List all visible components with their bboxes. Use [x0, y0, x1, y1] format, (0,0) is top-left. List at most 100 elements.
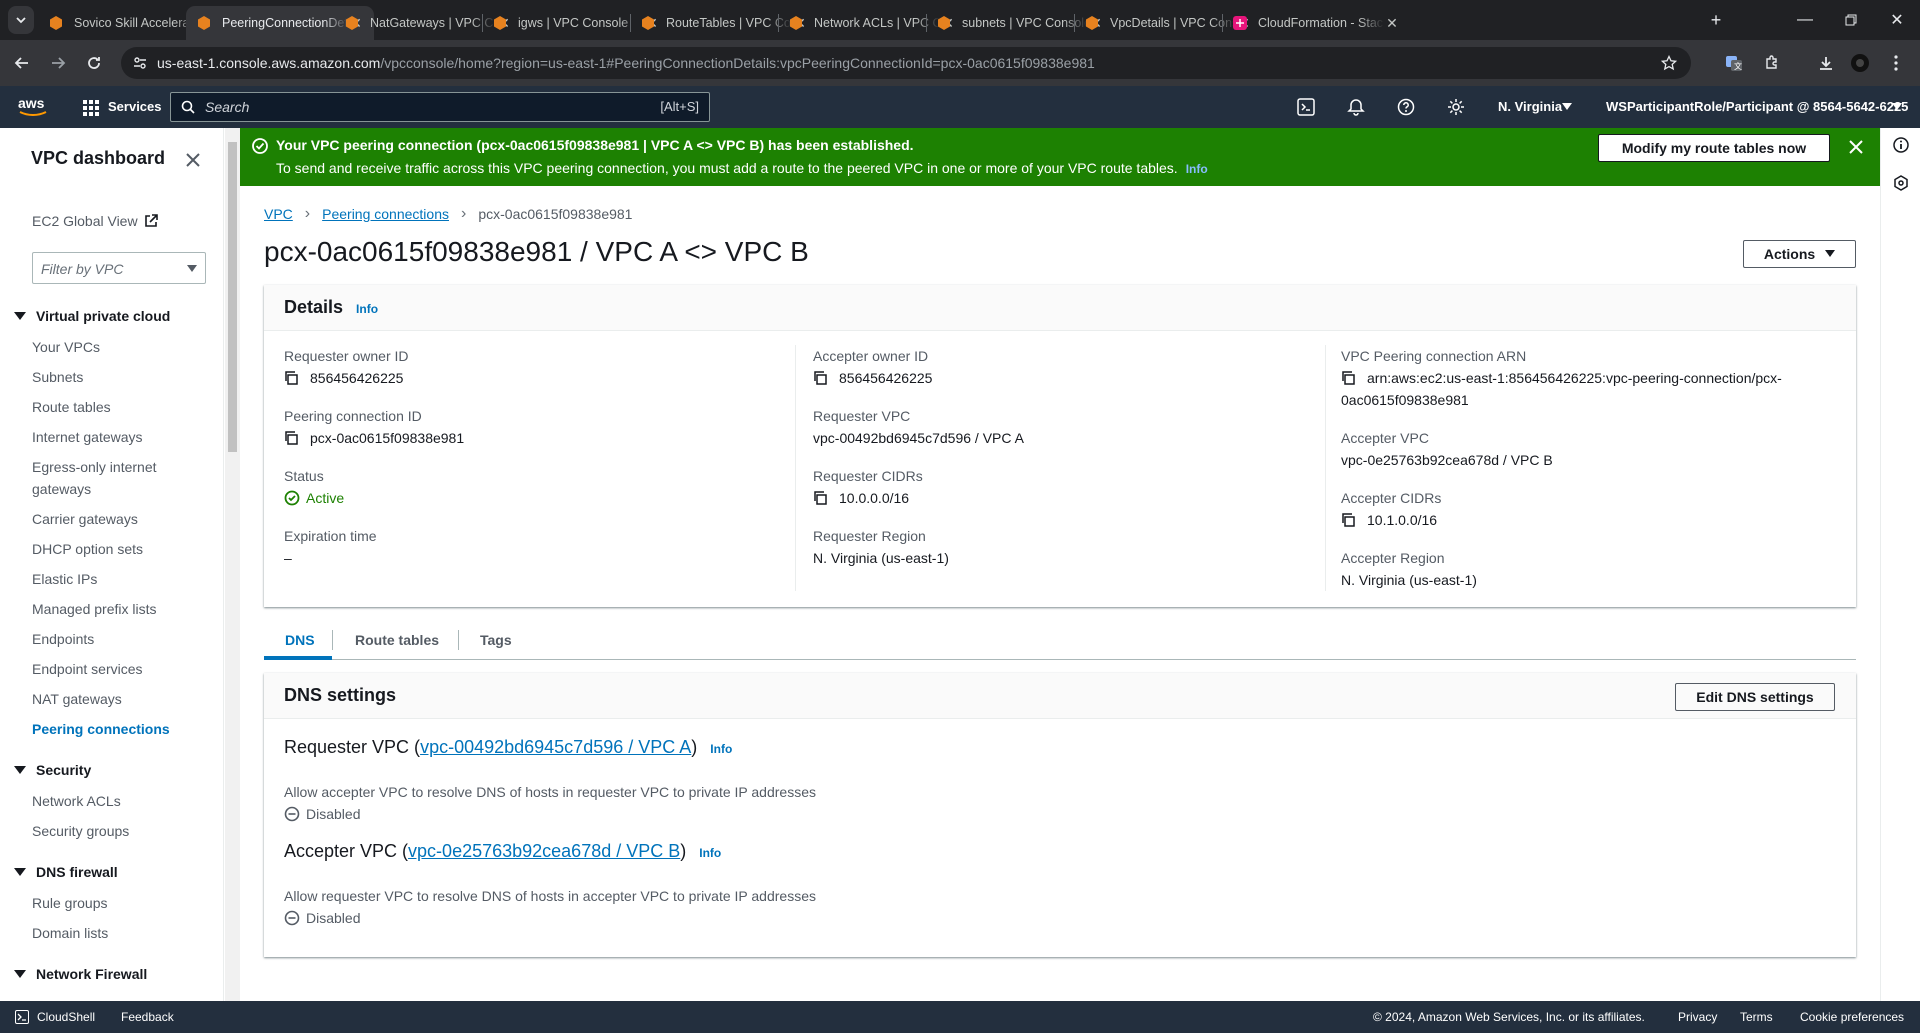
address-bar[interactable]: us-east-1.console.aws.amazon.com/vpccons…: [121, 47, 1691, 79]
footer-feedback[interactable]: Feedback: [121, 1010, 174, 1024]
sidebar-item-internet-gateways[interactable]: Internet gateways: [32, 429, 143, 445]
close-window-icon[interactable]: ✕: [1874, 0, 1920, 40]
aws-favicon-icon: [346, 16, 358, 30]
sidebar-title[interactable]: VPC dashboard: [31, 148, 165, 169]
site-info-icon[interactable]: [133, 56, 147, 70]
services-grid-icon[interactable]: [83, 100, 99, 116]
sidebar-item-ec2-global-view[interactable]: EC2 Global View: [32, 213, 158, 229]
browser-tab[interactable]: CloudFormation - Stacks ✕: [1222, 6, 1410, 40]
services-menu[interactable]: Services: [108, 99, 162, 114]
page-title: pcx-0ac0615f09838e981 / VPC A <> VPC B: [264, 236, 809, 267]
copy-icon[interactable]: [813, 491, 827, 505]
sidebar-section-vpc[interactable]: Virtual private cloud: [14, 308, 170, 324]
sidebar-item-nat-gateways[interactable]: NAT gateways: [32, 691, 122, 707]
console-search-input[interactable]: Search [Alt+S]: [170, 92, 710, 122]
sidebar-section-network-firewall[interactable]: Network Firewall: [14, 966, 147, 982]
sidebar-item-managed-prefix-lists[interactable]: Managed prefix lists: [32, 601, 157, 617]
sidebar-section-security[interactable]: Security: [14, 762, 91, 778]
help-icon[interactable]: [1397, 98, 1415, 116]
sidebar-item-endpoints[interactable]: Endpoints: [32, 631, 94, 647]
copy-icon[interactable]: [813, 371, 827, 385]
sidebar-item-domain-lists[interactable]: Domain lists: [32, 925, 108, 941]
accepter-vpc-dns-link[interactable]: vpc-0e25763b92cea678d / VPC B: [408, 841, 680, 861]
translate-icon[interactable]: 文: [1720, 49, 1748, 77]
url-text: us-east-1.console.aws.amazon.com/vpccons…: [157, 55, 1095, 71]
notifications-bell-icon[interactable]: [1347, 98, 1365, 116]
requester-vpc-dns-link[interactable]: vpc-00492bd6945c7d596 / VPC A: [420, 737, 691, 757]
tab-tags[interactable]: Tags: [480, 632, 512, 648]
actions-button[interactable]: Actions: [1743, 240, 1856, 268]
browser-menu-icon[interactable]: [1882, 49, 1910, 77]
bookmark-star-icon[interactable]: [1661, 55, 1677, 71]
sidebar-item-peering-connections[interactable]: Peering connections: [32, 721, 170, 737]
sidebar-item-egress-only-gateways-line2[interactable]: gateways: [32, 481, 91, 497]
requester-dns-description: Allow accepter VPC to resolve DNS of hos…: [284, 784, 816, 800]
new-tab-button[interactable]: +: [1702, 6, 1730, 34]
aws-logo-icon[interactable]: aws: [18, 95, 50, 117]
tab-route-tables[interactable]: Route tables: [355, 632, 439, 648]
sidebar-scrollbar-thumb[interactable]: [228, 142, 237, 452]
tab-close-icon[interactable]: ✕: [1384, 15, 1400, 32]
copy-icon[interactable]: [284, 431, 298, 445]
breadcrumb-chevron-icon: ›: [461, 205, 467, 222]
svg-text:文: 文: [1734, 61, 1742, 71]
footer-privacy[interactable]: Privacy: [1678, 1010, 1717, 1024]
caret-down-icon: [187, 265, 197, 272]
accepter-owner-value: 856456426225: [813, 370, 932, 386]
footer-terms[interactable]: Terms: [1740, 1010, 1773, 1024]
sidebar-section-dns-firewall[interactable]: DNS firewall: [14, 864, 118, 880]
copy-icon[interactable]: [284, 371, 298, 385]
copy-icon[interactable]: [1341, 371, 1355, 385]
account-menu[interactable]: WSParticipantRole/Participant @ 8564-564…: [1606, 99, 1908, 114]
profile-avatar-icon[interactable]: [1846, 49, 1874, 77]
requester-info-link[interactable]: Info: [710, 742, 732, 756]
dismiss-flash-icon[interactable]: [1849, 140, 1863, 154]
tab-dns[interactable]: DNS: [285, 632, 315, 648]
forward-icon[interactable]: [44, 49, 72, 77]
sidebar-item-egress-only-gateways[interactable]: Egress-only internet: [32, 459, 157, 475]
sidebar-item-rule-groups[interactable]: Rule groups: [32, 895, 108, 911]
sidebar-item-network-acls[interactable]: Network ACLs: [32, 793, 121, 809]
copy-icon[interactable]: [1341, 513, 1355, 527]
breadcrumb-peering-connections[interactable]: Peering connections: [322, 206, 449, 222]
sidebar-item-carrier-gateways[interactable]: Carrier gateways: [32, 511, 138, 527]
edit-dns-settings-button[interactable]: Edit DNS settings: [1675, 683, 1835, 711]
footer-cookie-preferences[interactable]: Cookie preferences: [1800, 1010, 1904, 1024]
tab-search-icon[interactable]: [8, 6, 34, 34]
region-selector[interactable]: N. Virginia: [1498, 99, 1562, 114]
filter-by-vpc-select[interactable]: Filter by VPC: [32, 252, 206, 284]
arn-line-2: 0ac0615f09838e981: [1341, 392, 1469, 408]
requester-vpc-link[interactable]: vpc-00492bd6945c7d596 / VPC A: [813, 430, 1024, 446]
sidebar-item-your-vpcs[interactable]: Your VPCs: [32, 339, 100, 355]
reload-icon[interactable]: [80, 49, 108, 77]
footer-cloudshell[interactable]: CloudShell: [37, 1010, 95, 1024]
accepter-info-link[interactable]: Info: [699, 846, 721, 860]
breadcrumb-vpc[interactable]: VPC: [264, 206, 293, 222]
expand-caret-icon: [14, 766, 26, 774]
modify-route-tables-button[interactable]: Modify my route tables now: [1598, 134, 1830, 162]
sidebar-item-endpoint-services[interactable]: Endpoint services: [32, 661, 143, 677]
sidebar-item-dhcp-option-sets[interactable]: DHCP option sets: [32, 541, 143, 557]
flash-info-link[interactable]: Info: [1186, 162, 1208, 176]
arn-label: VPC Peering connection ARN: [1341, 348, 1527, 364]
info-panel-icon[interactable]: [1893, 137, 1909, 153]
cloudshell-icon[interactable]: [1297, 98, 1315, 116]
minimize-icon[interactable]: —: [1782, 0, 1828, 40]
help-panel-icon[interactable]: [1893, 175, 1909, 191]
extensions-icon[interactable]: [1758, 49, 1786, 77]
sidebar-item-elastic-ips[interactable]: Elastic IPs: [32, 571, 97, 587]
details-info-link[interactable]: Info: [356, 302, 378, 316]
accepter-vpc-link[interactable]: vpc-0e25763b92cea678d / VPC B: [1341, 452, 1553, 468]
aws-favicon-icon: [1086, 16, 1098, 30]
back-icon[interactable]: [8, 49, 36, 77]
sidebar-item-security-groups[interactable]: Security groups: [32, 823, 129, 839]
column-divider: [795, 345, 796, 591]
close-sidebar-icon[interactable]: [186, 153, 200, 167]
sidebar-item-route-tables[interactable]: Route tables: [32, 399, 111, 415]
dns-settings-title: DNS settings: [284, 685, 397, 705]
sidebar-item-subnets[interactable]: Subnets: [32, 369, 83, 385]
restore-icon[interactable]: [1828, 0, 1874, 40]
requester-cidrs-value: 10.0.0.0/16: [813, 490, 909, 506]
settings-gear-icon[interactable]: [1447, 98, 1465, 116]
download-icon[interactable]: [1812, 49, 1840, 77]
